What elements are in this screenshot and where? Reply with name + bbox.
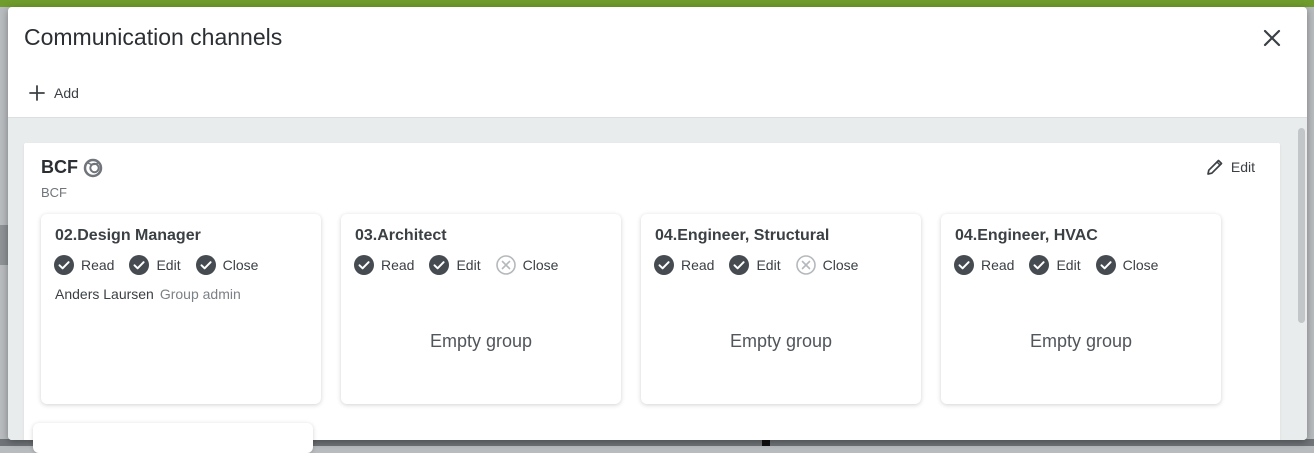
group-card-engineer-hvac[interactable]: 04.Engineer, HVAC Read Edit Close Empty …	[941, 214, 1221, 404]
channel-type-icon	[83, 158, 103, 178]
channel-list: BCF BCF Edit 02.Design Manager Read Edit…	[8, 117, 1307, 440]
app-bar	[0, 0, 1314, 7]
permission-edit: Edit	[129, 255, 181, 275]
check-circle-icon	[654, 255, 674, 275]
permission-edit: Edit	[429, 255, 481, 275]
permission-list: Read Edit Close	[654, 254, 873, 276]
permission-label: Edit	[756, 257, 781, 273]
permission-label: Close	[1122, 257, 1159, 273]
check-circle-icon	[954, 255, 974, 275]
check-circle-icon	[729, 255, 750, 275]
group-card-design-manager[interactable]: 02.Design Manager Read Edit Close Anders…	[41, 214, 321, 404]
close-button[interactable]	[1259, 25, 1285, 51]
check-circle-icon	[429, 255, 450, 275]
group-title: 04.Engineer, Structural	[655, 227, 830, 244]
permission-list: Read Edit Close	[954, 254, 1173, 276]
scrollbar-thumb[interactable]	[1298, 128, 1305, 323]
permission-edit: Edit	[729, 255, 781, 275]
permission-read: Read	[354, 255, 414, 275]
close-icon[interactable]	[1259, 25, 1285, 51]
permission-close: Close	[1095, 255, 1159, 275]
permission-read: Read	[954, 255, 1014, 275]
empty-group-text: Empty group	[429, 331, 533, 351]
permission-close: Close	[195, 255, 259, 275]
permission-label: Read	[81, 257, 115, 273]
permission-label: Close	[522, 257, 559, 273]
pencil-icon	[1207, 159, 1223, 175]
permission-label: Close	[222, 257, 259, 273]
permission-label: Edit	[456, 257, 481, 273]
add-button-label: Add	[54, 85, 79, 101]
check-circle-icon	[354, 255, 374, 275]
communication-channels-dialog: Communication channels Add BCF BCF Edit …	[8, 7, 1307, 440]
member-role: Group admin	[159, 286, 241, 302]
member-name: Anders Laursen	[55, 286, 154, 302]
plus-icon	[29, 85, 45, 101]
permission-list: Read Edit Close	[54, 254, 273, 276]
group-card-engineer-structural[interactable]: 04.Engineer, Structural Read Edit Close	[641, 214, 921, 404]
x-circle-icon	[495, 255, 516, 275]
check-circle-icon	[1029, 255, 1050, 275]
group-title: 04.Engineer, HVAC	[955, 227, 1098, 244]
group-card-architect[interactable]: 03.Architect Read Edit Close Empty group	[341, 214, 621, 404]
scrollbar-track[interactable]	[1295, 118, 1307, 440]
edit-channel-button[interactable]: Edit	[1205, 157, 1255, 177]
empty-group-text: Empty group	[729, 331, 833, 351]
permission-close: Close	[495, 255, 559, 275]
background-divider	[762, 439, 770, 446]
edit-button-label: Edit	[1230, 159, 1255, 175]
empty-group-text: Empty group	[1029, 331, 1133, 351]
channel-subtitle: BCF	[41, 185, 67, 200]
add-channel-button[interactable]: Add	[28, 82, 79, 104]
permission-close: Close	[795, 255, 859, 275]
permission-label: Close	[822, 257, 859, 273]
channel-card: BCF BCF Edit 02.Design Manager Read Edit…	[24, 143, 1280, 440]
group-title: 02.Design Manager	[55, 227, 201, 244]
check-circle-icon	[195, 255, 216, 275]
dialog-title: Communication channels	[24, 24, 283, 50]
group-member: Anders Laursen Group admin	[55, 286, 241, 302]
permission-label: Edit	[156, 257, 181, 273]
permission-edit: Edit	[1029, 255, 1081, 275]
permission-label: Edit	[1056, 257, 1081, 273]
permission-label: Read	[981, 257, 1015, 273]
group-title: 03.Architect	[355, 227, 447, 244]
permission-read: Read	[54, 255, 114, 275]
group-card-partial[interactable]	[33, 423, 313, 453]
x-circle-icon	[795, 255, 816, 275]
channel-name: BCF	[41, 157, 78, 177]
permission-label: Read	[381, 257, 415, 273]
permission-read: Read	[654, 255, 714, 275]
check-circle-icon	[129, 255, 150, 275]
check-circle-icon	[54, 255, 74, 275]
check-circle-icon	[1095, 255, 1116, 275]
permission-list: Read Edit Close	[354, 254, 573, 276]
permission-label: Read	[681, 257, 715, 273]
